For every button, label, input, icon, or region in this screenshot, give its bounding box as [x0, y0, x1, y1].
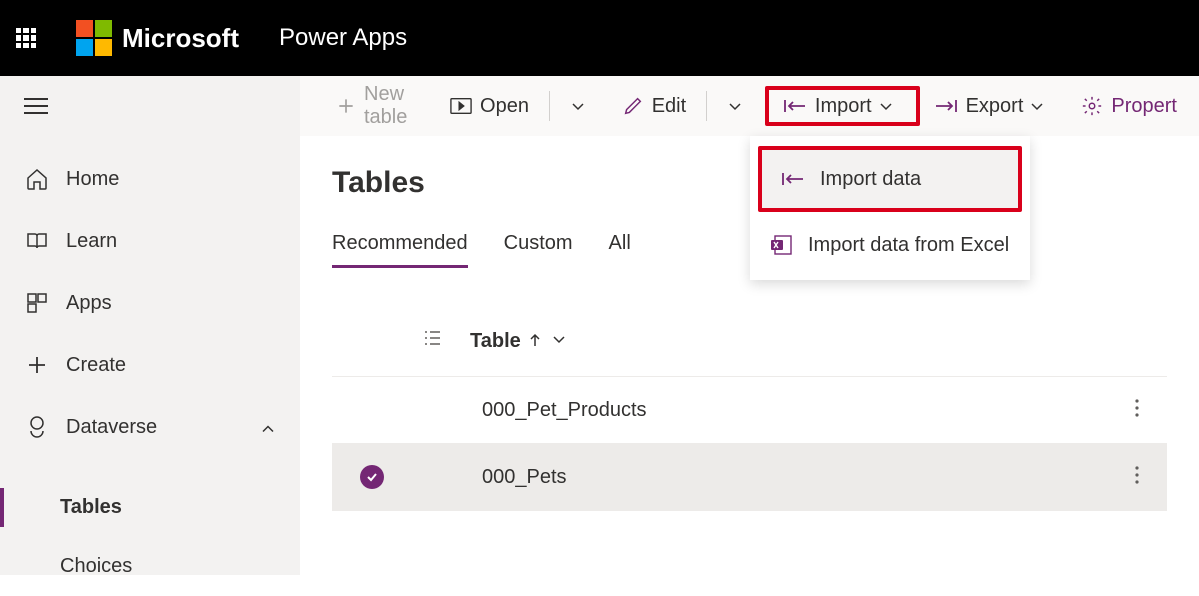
button-label: Open — [480, 95, 529, 118]
more-vertical-icon — [1135, 399, 1139, 417]
table-row[interactable]: 000_Pet_Products — [332, 377, 1167, 444]
sort-asc-icon — [529, 330, 541, 353]
button-label: New table — [364, 83, 422, 129]
edit-chevron[interactable] — [713, 86, 765, 126]
import-dropdown: Import data Import data from Excel — [750, 136, 1030, 280]
main-area: New table Open Edit Import — [300, 76, 1199, 575]
cell-table-name: 000_Pet_Products — [402, 399, 1107, 422]
row-more-button[interactable] — [1107, 397, 1167, 423]
chevron-down-icon — [727, 98, 743, 114]
sidebar-item-label: Create — [66, 354, 126, 377]
edit-button[interactable]: Edit — [608, 86, 700, 126]
sidebar-item-label: Learn — [66, 230, 117, 253]
brand-text: Microsoft — [122, 23, 239, 54]
chevron-up-icon — [260, 416, 276, 439]
tab-recommended[interactable]: Recommended — [332, 232, 468, 268]
command-bar: New table Open Edit Import — [300, 76, 1199, 136]
list-icon[interactable] — [422, 328, 442, 354]
open-chevron[interactable] — [556, 86, 608, 126]
button-label: Import — [815, 95, 872, 118]
checkmark-icon — [360, 465, 384, 489]
dropdown-label: Import data from Excel — [808, 234, 1009, 257]
open-button[interactable]: Open — [436, 86, 543, 126]
sidebar-item-apps[interactable]: Apps — [0, 272, 300, 334]
chevron-down-icon[interactable] — [551, 330, 567, 353]
sidebar-item-learn[interactable]: Learn — [0, 210, 300, 272]
sidebar-item-tables[interactable]: Tables — [0, 478, 300, 537]
chevron-down-icon — [570, 98, 586, 114]
sidebar: Home Learn Apps Create — [0, 76, 300, 575]
sidebar-item-label: Dataverse — [66, 416, 157, 439]
properties-button[interactable]: Propert — [1067, 86, 1177, 126]
export-button[interactable]: Export — [920, 86, 1068, 126]
dropdown-item-import-excel[interactable]: Import data from Excel — [750, 216, 1030, 274]
microsoft-logo: Microsoft — [76, 20, 239, 56]
button-label: Propert — [1111, 95, 1177, 118]
import-icon — [783, 97, 807, 115]
microsoft-logo-tiles — [76, 20, 112, 56]
gear-icon — [1081, 95, 1103, 117]
chevron-down-icon — [1029, 98, 1045, 114]
waffle-icon[interactable] — [16, 28, 36, 48]
row-selector[interactable] — [342, 465, 402, 489]
chevron-down-icon — [878, 98, 894, 114]
separator — [706, 91, 707, 121]
new-table-button[interactable]: New table — [322, 86, 436, 126]
apps-icon — [24, 290, 50, 316]
learn-icon — [24, 228, 50, 254]
edit-icon — [622, 95, 644, 117]
sidebar-item-label: Tables — [60, 496, 122, 519]
plus-icon — [336, 96, 356, 116]
import-icon — [780, 166, 806, 192]
import-button[interactable]: Import — [765, 86, 920, 126]
create-icon — [24, 352, 50, 378]
export-icon — [934, 97, 958, 115]
dropdown-label: Import data — [820, 168, 921, 191]
excel-icon — [768, 232, 794, 258]
button-label: Export — [966, 95, 1024, 118]
row-more-button[interactable] — [1107, 464, 1167, 490]
table-row[interactable]: 000_Pets — [332, 444, 1167, 511]
open-icon — [450, 97, 472, 115]
button-label: Edit — [652, 95, 686, 118]
table-header-row: Table — [332, 328, 1167, 377]
sidebar-item-label: Home — [66, 168, 119, 191]
sidebar-item-home[interactable]: Home — [0, 148, 300, 210]
column-header-table[interactable]: Table — [470, 330, 521, 353]
sidebar-item-label: Apps — [66, 292, 112, 315]
app-header: Microsoft Power Apps — [0, 0, 1199, 76]
dropdown-item-import-data[interactable]: Import data — [758, 146, 1022, 212]
hamburger-button[interactable] — [0, 84, 300, 128]
sidebar-item-choices[interactable]: Choices — [0, 537, 300, 596]
app-title: Power Apps — [279, 24, 407, 52]
sidebar-item-dataverse[interactable]: Dataverse — [0, 396, 300, 458]
tab-all[interactable]: All — [609, 232, 631, 268]
dataverse-icon — [24, 414, 50, 440]
hamburger-icon — [24, 98, 48, 114]
tab-custom[interactable]: Custom — [504, 232, 573, 268]
sidebar-item-create[interactable]: Create — [0, 334, 300, 396]
cell-table-name: 000_Pets — [402, 466, 1107, 489]
home-icon — [24, 166, 50, 192]
more-vertical-icon — [1135, 466, 1139, 484]
separator — [549, 91, 550, 121]
